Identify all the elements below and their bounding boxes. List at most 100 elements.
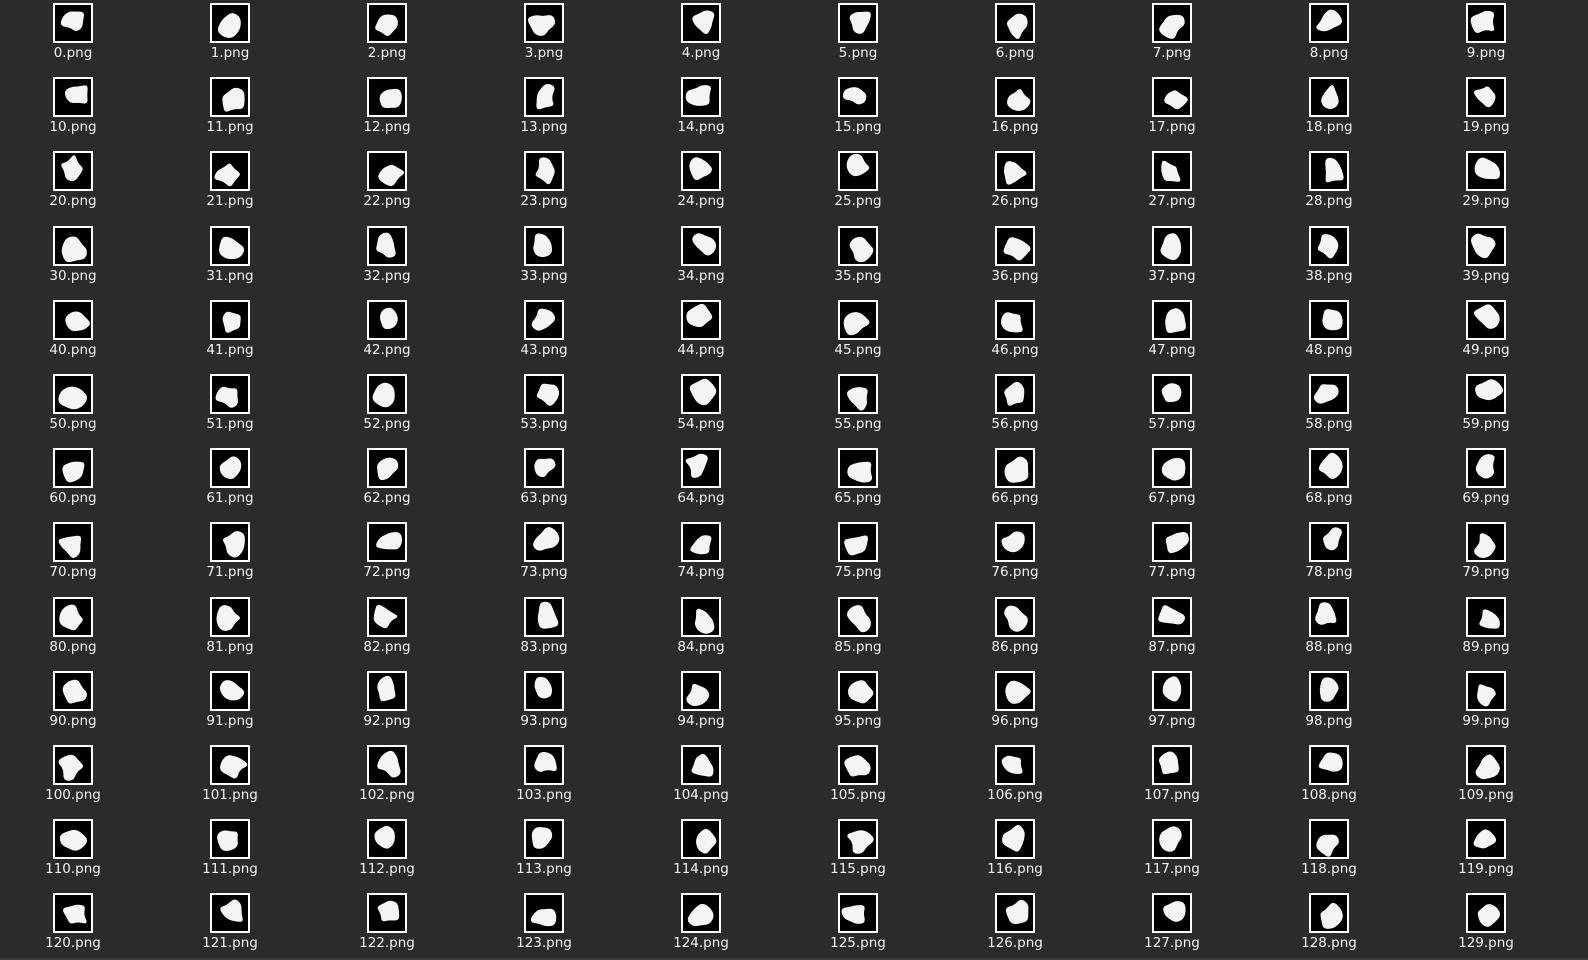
file-item[interactable]: 128.png — [1274, 890, 1384, 960]
file-item[interactable]: 110.png — [18, 816, 128, 886]
file-item[interactable]: 13.png — [489, 74, 599, 144]
file-item[interactable]: 88.png — [1274, 594, 1384, 664]
file-item[interactable]: 61.png — [175, 445, 285, 515]
file-item[interactable]: 43.png — [489, 297, 599, 367]
file-item[interactable]: 57.png — [1117, 371, 1227, 441]
file-item[interactable]: 42.png — [332, 297, 442, 367]
file-item[interactable]: 50.png — [18, 371, 128, 441]
file-item[interactable]: 74.png — [646, 519, 756, 589]
file-item[interactable]: 22.png — [332, 148, 442, 218]
file-item[interactable]: 59.png — [1431, 371, 1541, 441]
file-item[interactable]: 8.png — [1274, 0, 1384, 70]
file-item[interactable]: 99.png — [1431, 668, 1541, 738]
file-item[interactable]: 123.png — [489, 890, 599, 960]
file-item[interactable]: 54.png — [646, 371, 756, 441]
file-item[interactable]: 94.png — [646, 668, 756, 738]
file-item[interactable]: 39.png — [1431, 223, 1541, 293]
file-item[interactable]: 51.png — [175, 371, 285, 441]
file-item[interactable]: 69.png — [1431, 445, 1541, 515]
file-item[interactable]: 63.png — [489, 445, 599, 515]
file-item[interactable]: 80.png — [18, 594, 128, 664]
file-item[interactable]: 106.png — [960, 742, 1070, 812]
file-item[interactable]: 129.png — [1431, 890, 1541, 960]
file-item[interactable]: 104.png — [646, 742, 756, 812]
file-item[interactable]: 86.png — [960, 594, 1070, 664]
file-item[interactable]: 46.png — [960, 297, 1070, 367]
file-item[interactable]: 111.png — [175, 816, 285, 886]
file-item[interactable]: 25.png — [803, 148, 913, 218]
file-item[interactable]: 47.png — [1117, 297, 1227, 367]
file-item[interactable]: 7.png — [1117, 0, 1227, 70]
file-item[interactable]: 83.png — [489, 594, 599, 664]
file-item[interactable]: 109.png — [1431, 742, 1541, 812]
file-item[interactable]: 125.png — [803, 890, 913, 960]
file-item[interactable]: 89.png — [1431, 594, 1541, 664]
file-item[interactable]: 18.png — [1274, 74, 1384, 144]
file-item[interactable]: 58.png — [1274, 371, 1384, 441]
file-item[interactable]: 102.png — [332, 742, 442, 812]
file-item[interactable]: 36.png — [960, 223, 1070, 293]
file-item[interactable]: 114.png — [646, 816, 756, 886]
file-item[interactable]: 16.png — [960, 74, 1070, 144]
file-item[interactable]: 32.png — [332, 223, 442, 293]
file-item[interactable]: 37.png — [1117, 223, 1227, 293]
file-item[interactable]: 71.png — [175, 519, 285, 589]
file-item[interactable]: 48.png — [1274, 297, 1384, 367]
file-item[interactable]: 4.png — [646, 0, 756, 70]
file-item[interactable]: 85.png — [803, 594, 913, 664]
file-item[interactable]: 35.png — [803, 223, 913, 293]
file-item[interactable]: 90.png — [18, 668, 128, 738]
file-item[interactable]: 15.png — [803, 74, 913, 144]
file-item[interactable]: 119.png — [1431, 816, 1541, 886]
file-item[interactable]: 113.png — [489, 816, 599, 886]
file-item[interactable]: 79.png — [1431, 519, 1541, 589]
file-item[interactable]: 76.png — [960, 519, 1070, 589]
file-item[interactable]: 124.png — [646, 890, 756, 960]
file-item[interactable]: 21.png — [175, 148, 285, 218]
file-item[interactable]: 28.png — [1274, 148, 1384, 218]
file-item[interactable]: 97.png — [1117, 668, 1227, 738]
file-item[interactable]: 121.png — [175, 890, 285, 960]
file-item[interactable]: 45.png — [803, 297, 913, 367]
file-item[interactable]: 82.png — [332, 594, 442, 664]
file-item[interactable]: 100.png — [18, 742, 128, 812]
file-item[interactable]: 10.png — [18, 74, 128, 144]
file-item[interactable]: 0.png — [18, 0, 128, 70]
file-item[interactable]: 3.png — [489, 0, 599, 70]
file-item[interactable]: 66.png — [960, 445, 1070, 515]
file-item[interactable]: 65.png — [803, 445, 913, 515]
file-item[interactable]: 19.png — [1431, 74, 1541, 144]
file-item[interactable]: 87.png — [1117, 594, 1227, 664]
file-item[interactable]: 33.png — [489, 223, 599, 293]
file-item[interactable]: 98.png — [1274, 668, 1384, 738]
file-item[interactable]: 73.png — [489, 519, 599, 589]
file-item[interactable]: 26.png — [960, 148, 1070, 218]
file-item[interactable]: 75.png — [803, 519, 913, 589]
file-item[interactable]: 64.png — [646, 445, 756, 515]
file-item[interactable]: 1.png — [175, 0, 285, 70]
file-item[interactable]: 72.png — [332, 519, 442, 589]
file-item[interactable]: 44.png — [646, 297, 756, 367]
file-item[interactable]: 127.png — [1117, 890, 1227, 960]
file-item[interactable]: 17.png — [1117, 74, 1227, 144]
file-item[interactable]: 118.png — [1274, 816, 1384, 886]
file-item[interactable]: 52.png — [332, 371, 442, 441]
file-item[interactable]: 56.png — [960, 371, 1070, 441]
file-item[interactable]: 62.png — [332, 445, 442, 515]
file-item[interactable]: 5.png — [803, 0, 913, 70]
file-item[interactable]: 68.png — [1274, 445, 1384, 515]
file-item[interactable]: 105.png — [803, 742, 913, 812]
file-item[interactable]: 11.png — [175, 74, 285, 144]
file-item[interactable]: 108.png — [1274, 742, 1384, 812]
file-item[interactable]: 70.png — [18, 519, 128, 589]
file-item[interactable]: 23.png — [489, 148, 599, 218]
file-item[interactable]: 12.png — [332, 74, 442, 144]
file-item[interactable]: 78.png — [1274, 519, 1384, 589]
file-item[interactable]: 120.png — [18, 890, 128, 960]
file-item[interactable]: 96.png — [960, 668, 1070, 738]
file-item[interactable]: 84.png — [646, 594, 756, 664]
file-item[interactable]: 115.png — [803, 816, 913, 886]
file-item[interactable]: 29.png — [1431, 148, 1541, 218]
file-item[interactable]: 30.png — [18, 223, 128, 293]
file-item[interactable]: 92.png — [332, 668, 442, 738]
